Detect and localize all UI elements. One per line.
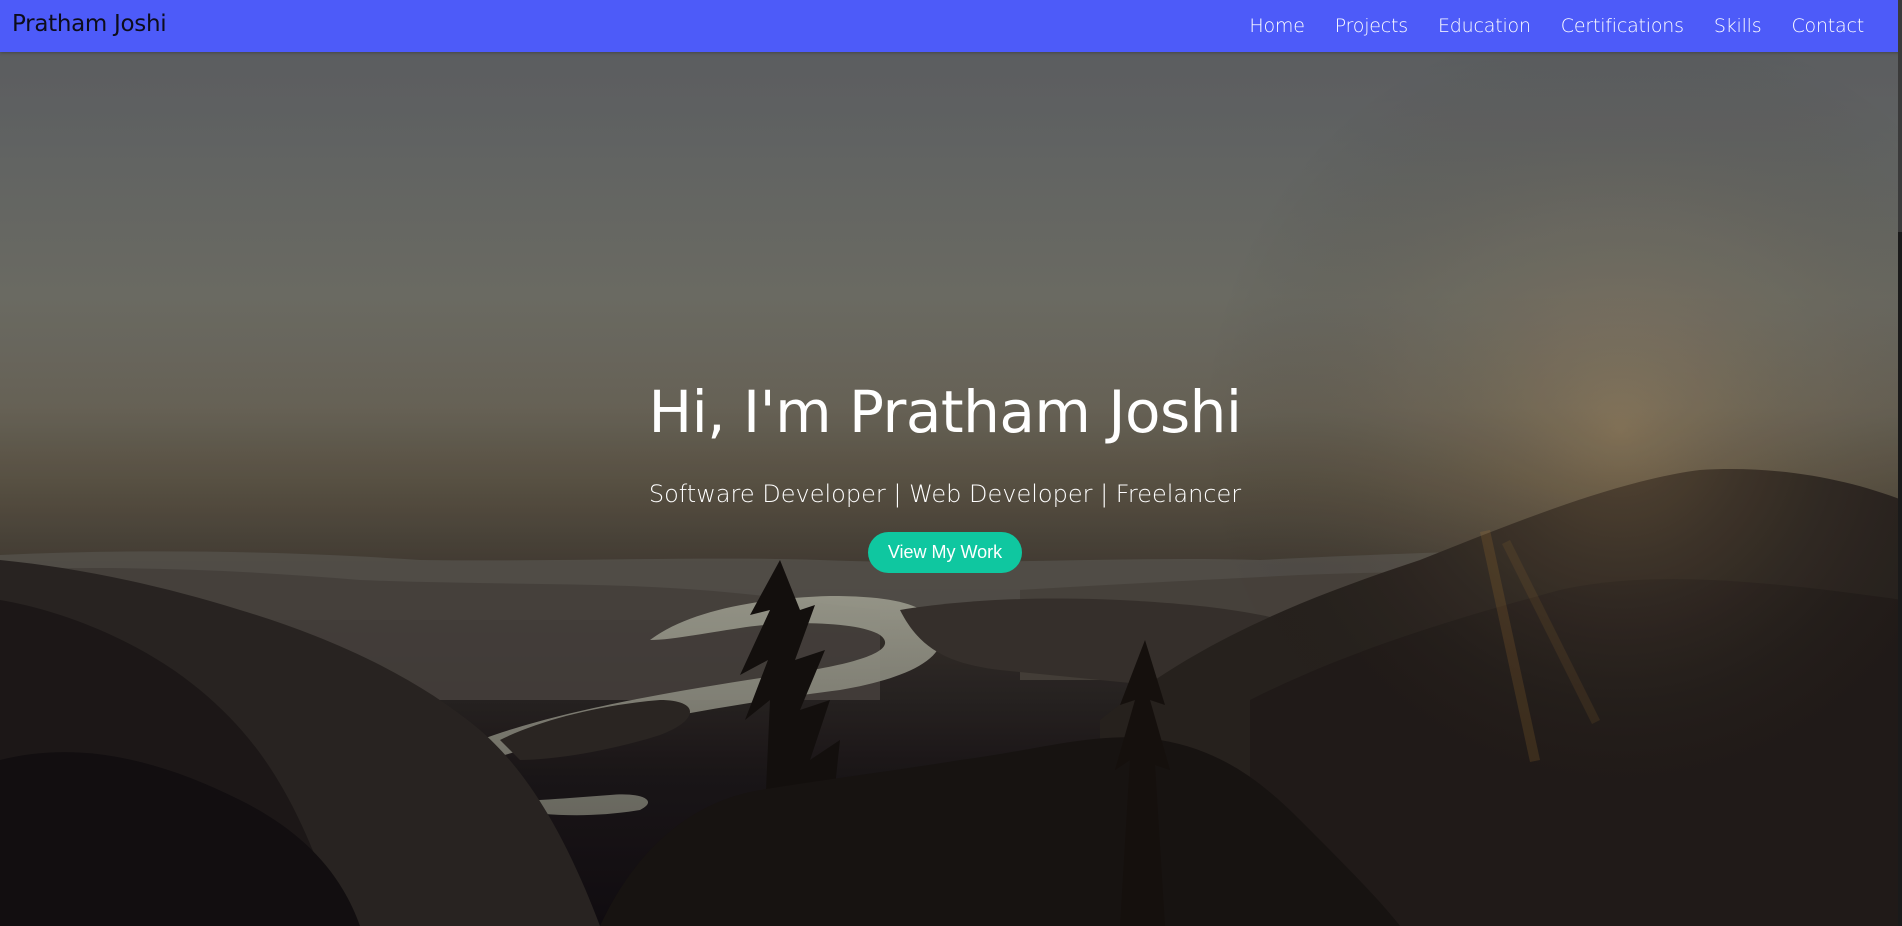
nav-link-education[interactable]: Education [1438, 15, 1531, 37]
nav-link-certifications[interactable]: Certifications [1561, 15, 1684, 37]
view-my-work-button[interactable]: View My Work [867, 532, 1023, 573]
nav-link-projects[interactable]: Projects [1335, 15, 1409, 37]
hero-subtitle: Software Developer | Web Developer | Fre… [648, 480, 1242, 508]
nav-link-skills[interactable]: Skills [1714, 15, 1762, 37]
nav-links: Home Projects Education Certifications S… [1249, 0, 1864, 52]
brand-logo-link[interactable]: Pratham Joshi [12, 11, 167, 37]
page-scrollbar[interactable] [1898, 0, 1902, 926]
nav-link-home[interactable]: Home [1249, 15, 1305, 37]
hero-section: Hi, I'm Pratham Joshi Software Developer… [0, 0, 1890, 926]
portfolio-page: Pratham Joshi Home Projects Education Ce… [0, 0, 1902, 926]
navbar: Pratham Joshi Home Projects Education Ce… [0, 0, 1902, 52]
nav-link-contact[interactable]: Contact [1791, 15, 1864, 37]
cta-wrapper: View My Work [0, 532, 1890, 573]
scrollbar-thumb[interactable] [1898, 0, 1902, 232]
hero-title: Hi, I'm Pratham Joshi [648, 378, 1242, 446]
